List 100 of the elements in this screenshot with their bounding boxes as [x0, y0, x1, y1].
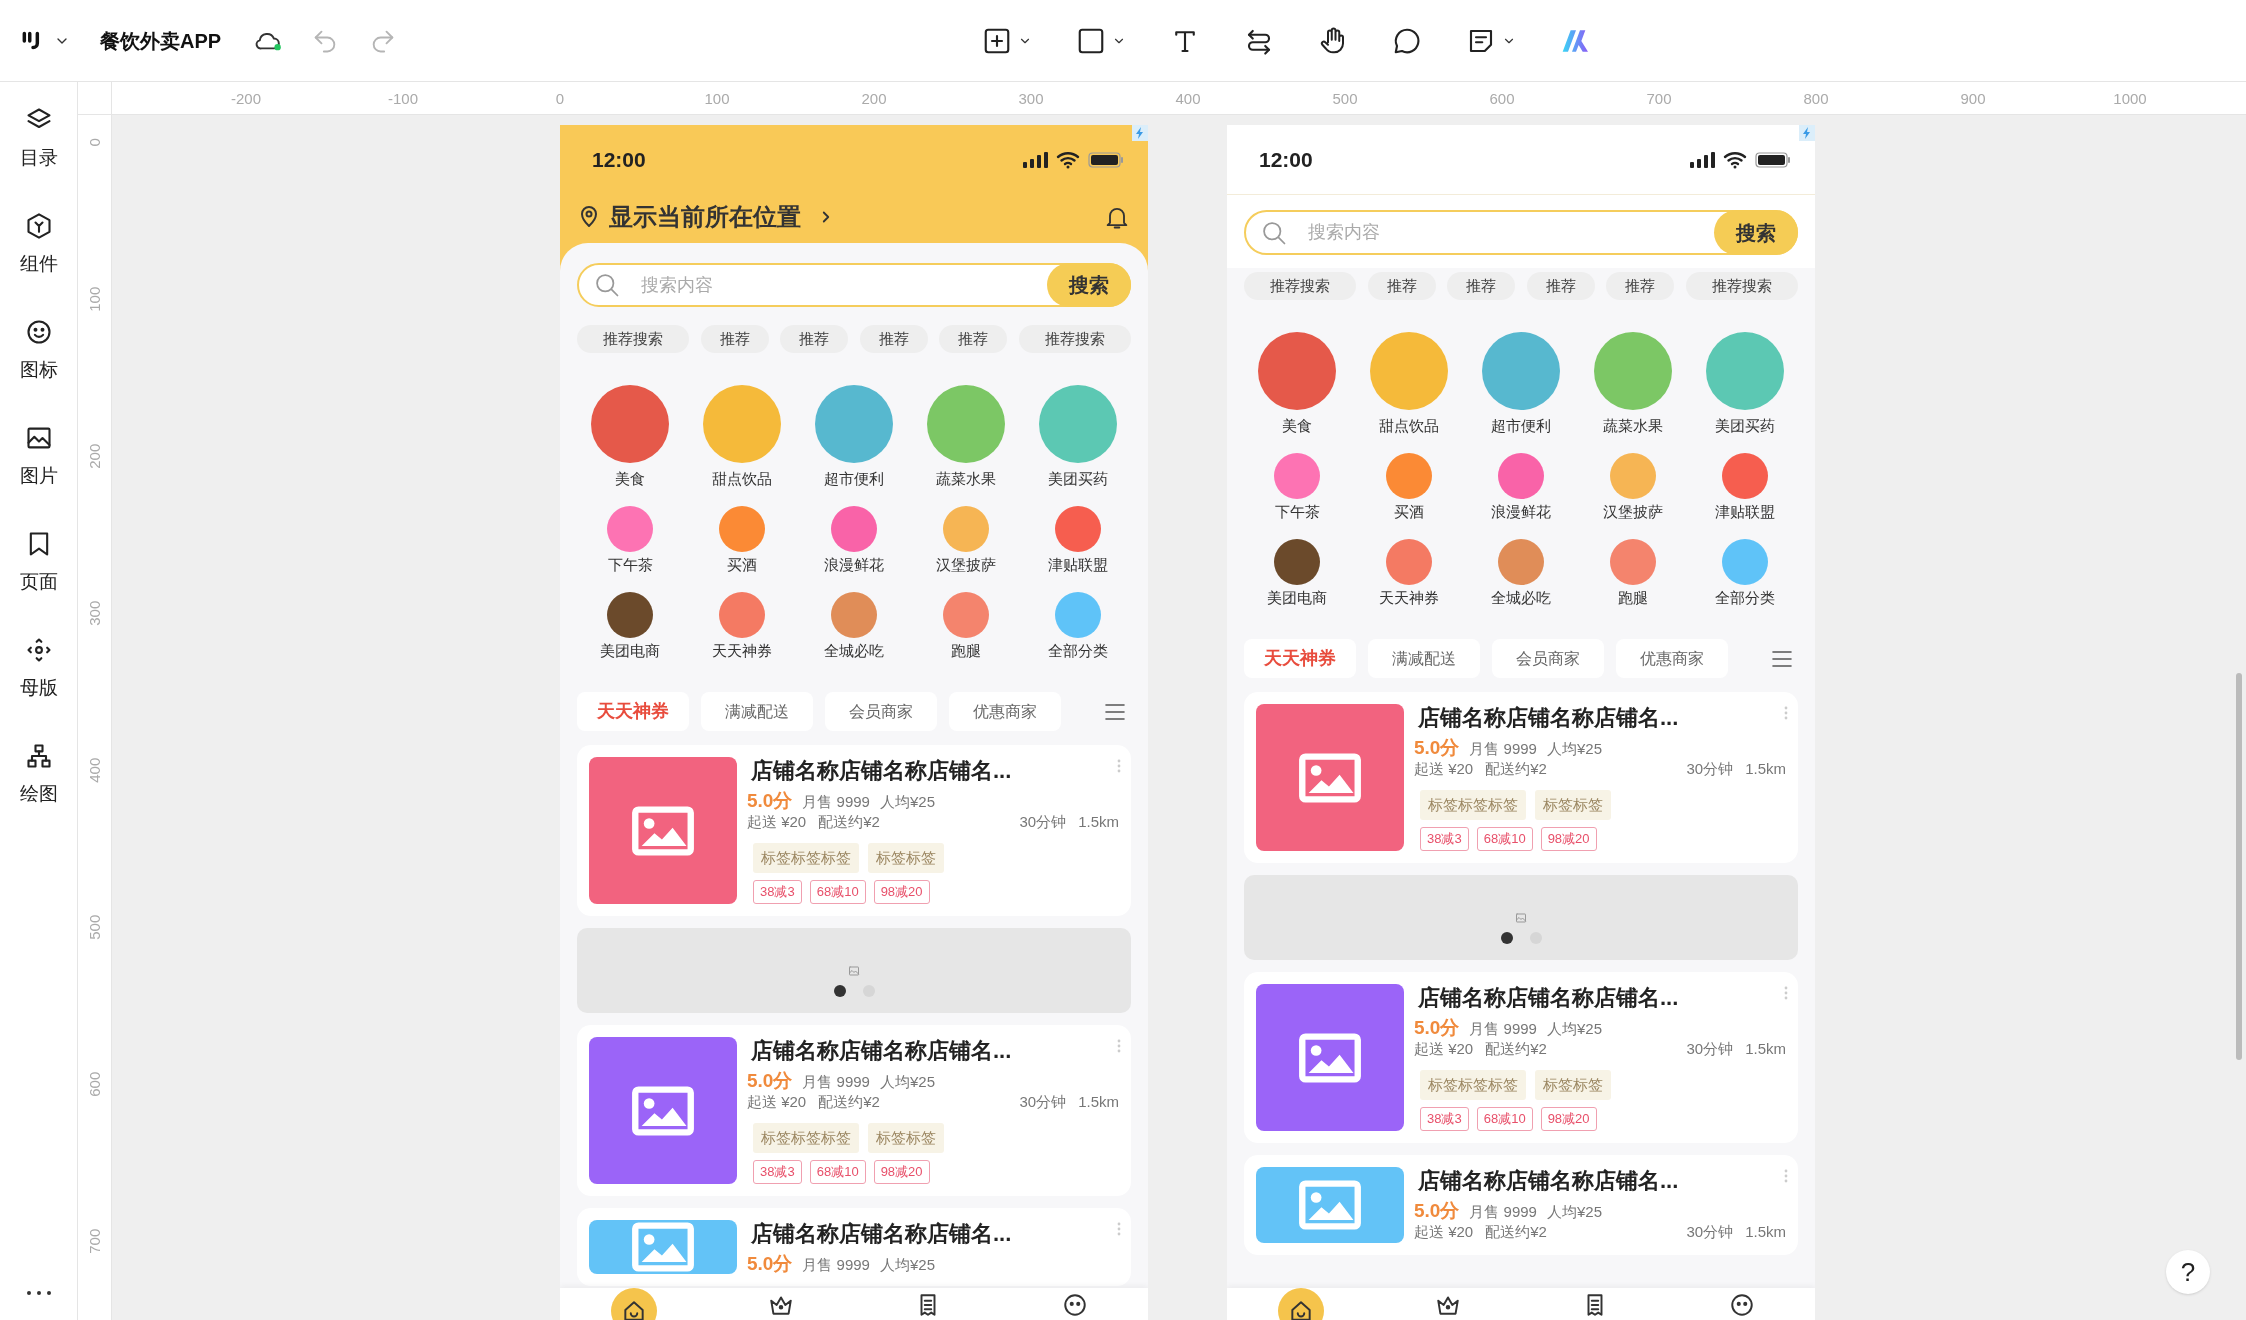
filter-tab[interactable]: 会员商家 — [825, 692, 937, 731]
image-icon — [631, 804, 695, 857]
category-item[interactable]: 美团电商 — [1241, 539, 1353, 608]
store-rating: 5.0分 — [747, 1252, 793, 1276]
promo-tag: 98减20 — [1540, 1107, 1597, 1131]
search-suggestion-chip[interactable]: 推荐搜索 — [577, 325, 689, 353]
filter-tab[interactable]: 优惠商家 — [949, 692, 1061, 731]
category-item[interactable]: 下午茶 — [574, 506, 686, 575]
category-item[interactable]: 跑腿 — [1577, 539, 1689, 608]
search-field[interactable]: 搜索内容 搜索 — [1244, 210, 1798, 255]
category-item[interactable]: 美团买药 — [1022, 385, 1134, 489]
sidebar-item[interactable]: 绘图 — [19, 742, 58, 806]
category-item[interactable]: 浪漫鲜花 — [1465, 453, 1577, 522]
nav-tab[interactable] — [1728, 1292, 1755, 1318]
store-tag: 标签标签 — [1535, 1070, 1611, 1100]
category-item[interactable]: 下午茶 — [1241, 453, 1353, 522]
search-suggestion-chip[interactable]: 推荐 — [1367, 272, 1436, 300]
ruler-label: 700 — [1646, 89, 1672, 109]
search-input[interactable]: 搜索内容 — [1308, 219, 1714, 246]
category-item[interactable]: 美食 — [574, 385, 686, 489]
search-suggestion-chip[interactable]: 推荐搜索 — [1018, 325, 1131, 353]
search-suggestion-chip[interactable]: 推荐搜索 — [1685, 272, 1798, 300]
nav-tab[interactable] — [610, 1288, 657, 1320]
smiley-icon — [24, 318, 53, 346]
distance: 1.5km — [1745, 1038, 1786, 1059]
category-item[interactable]: 美团买药 — [1689, 332, 1801, 436]
search-field[interactable]: 搜索内容 搜索 — [577, 263, 1131, 307]
search-suggestion-chip[interactable]: 推荐 — [859, 325, 928, 353]
delivery-time: 30分钟 — [1019, 811, 1067, 832]
category-item[interactable]: 买酒 — [686, 506, 798, 575]
sidebar-item[interactable]: 页面 — [19, 530, 58, 594]
distance: 1.5km — [1745, 758, 1786, 779]
category-item[interactable]: 汉堡披萨 — [1577, 453, 1689, 522]
filter-tab[interactable]: 优惠商家 — [1616, 639, 1728, 678]
store-card[interactable]: 店铺名称店铺名称店铺名... 5.0分 月售 9999 人均¥25 起送 ¥20 配送约¥2 30分钟 1.5km 标签标签标签 标签标签 38减3 68减10 98减20 — [1244, 972, 1798, 1143]
search-suggestion-chip[interactable]: 推荐 — [939, 325, 1008, 353]
search-suggestion-chip[interactable]: 推荐 — [1447, 272, 1516, 300]
search-suggestion-chip[interactable]: 推荐 — [1526, 272, 1595, 300]
category-item[interactable]: 美团电商 — [574, 592, 686, 661]
search-suggestion-chip[interactable]: 推荐 — [1606, 272, 1675, 300]
distance: 1.5km — [1745, 1221, 1786, 1242]
category-item[interactable]: 全部分类 — [1689, 539, 1801, 608]
sidebar-item[interactable]: 目录 — [19, 106, 58, 170]
store-name: 店铺名称店铺名称店铺名... — [750, 1220, 1013, 1248]
category-item[interactable]: 全城必吃 — [798, 592, 910, 661]
delivery-fee: 配送约¥2 — [818, 811, 880, 832]
category-item[interactable]: 甜点饮品 — [1353, 332, 1465, 436]
category-item[interactable]: 美食 — [1241, 332, 1353, 436]
help-button[interactable]: ? — [2166, 1250, 2210, 1294]
category-item[interactable]: 汉堡披萨 — [910, 506, 1022, 575]
category-item[interactable]: 津贴联盟 — [1022, 506, 1134, 575]
category-item[interactable]: 全部分类 — [1022, 592, 1134, 661]
hexagon-icon — [24, 212, 53, 240]
delivery-fee: 配送约¥2 — [1485, 1038, 1547, 1059]
search-suggestion-chip[interactable]: 推荐 — [780, 325, 849, 353]
filter-tab[interactable]: 天天神券 — [577, 692, 689, 731]
nav-tab[interactable] — [1277, 1288, 1324, 1320]
search-suggestion-chip[interactable]: 推荐搜索 — [1244, 272, 1356, 300]
promo-tag: 98减20 — [873, 1160, 930, 1184]
filter-tab[interactable]: 满减配送 — [1368, 639, 1480, 678]
category-item[interactable]: 全城必吃 — [1465, 539, 1577, 608]
store-rating: 5.0分 — [747, 1069, 793, 1093]
category-item[interactable]: 浪漫鲜花 — [798, 506, 910, 575]
image-icon — [1298, 751, 1362, 804]
sidebar-item[interactable]: 图片 — [19, 424, 58, 488]
store-card[interactable]: 店铺名称店铺名称店铺名... 5.0分 月售 9999 人均¥25 起送 ¥20 配送约¥2 30分钟 1.5km — [1244, 1155, 1798, 1255]
store-card[interactable]: 店铺名称店铺名称店铺名... 5.0分 月售 9999 人均¥25 起送 ¥20 配送约¥2 30分钟 1.5km 标签标签标签 标签标签 38减3 68减10 98减20 — [1244, 692, 1798, 863]
category-item[interactable]: 跑腿 — [910, 592, 1022, 661]
category-item[interactable]: 甜点饮品 — [686, 385, 798, 489]
category-item[interactable]: 天天神券 — [1353, 539, 1465, 608]
search-input[interactable]: 搜索内容 — [641, 271, 1047, 299]
sidebar-item[interactable]: 图标 — [19, 318, 58, 382]
search-button[interactable]: 搜索 — [1714, 210, 1798, 255]
store-card[interactable]: 店铺名称店铺名称店铺名... 5.0分 月售 9999 人均¥25 — [577, 1208, 1131, 1286]
document-title: 餐饮外卖APP — [100, 28, 222, 54]
promo-tag: 98减20 — [1540, 827, 1597, 851]
store-name: 店铺名称店铺名称店铺名... — [750, 757, 1013, 785]
search-suggestion-chip[interactable]: 推荐 — [700, 325, 769, 353]
category-item[interactable]: 天天神券 — [686, 592, 798, 661]
location-button[interactable]: 显示当前所在位置 — [577, 199, 835, 235]
store-tag: 标签标签 — [868, 843, 944, 873]
filter-tab[interactable]: 满减配送 — [701, 692, 813, 731]
filter-tab[interactable]: 天天神券 — [1244, 639, 1356, 678]
category-item[interactable]: 蔬菜水果 — [910, 385, 1022, 489]
filter-tab[interactable]: 会员商家 — [1492, 639, 1604, 678]
sidebar-item[interactable]: 组件 — [19, 212, 58, 276]
search-button[interactable]: 搜索 — [1047, 263, 1131, 307]
scrollbar-thumb[interactable] — [2236, 673, 2242, 1060]
battery-icon — [1755, 150, 1791, 169]
nav-tab[interactable] — [1061, 1292, 1088, 1318]
category-item[interactable]: 津贴联盟 — [1689, 453, 1801, 522]
category-item[interactable]: 蔬菜水果 — [1577, 332, 1689, 436]
category-item[interactable]: 超市便利 — [798, 385, 910, 489]
image-icon — [848, 965, 860, 977]
category-item[interactable]: 买酒 — [1353, 453, 1465, 522]
delivery-time: 30分钟 — [1686, 1221, 1734, 1242]
sidebar-item[interactable]: 母版 — [19, 636, 58, 700]
store-card[interactable]: 店铺名称店铺名称店铺名... 5.0分 月售 9999 人均¥25 起送 ¥20 配送约¥2 30分钟 1.5km 标签标签标签 标签标签 38减3 68减10 98减20 — [577, 1025, 1131, 1196]
store-card[interactable]: 店铺名称店铺名称店铺名... 5.0分 月售 9999 人均¥25 起送 ¥20 配送约¥2 30分钟 1.5km 标签标签标签 标签标签 38减3 68减10 98减20 — [577, 745, 1131, 916]
category-item[interactable]: 超市便利 — [1465, 332, 1577, 436]
